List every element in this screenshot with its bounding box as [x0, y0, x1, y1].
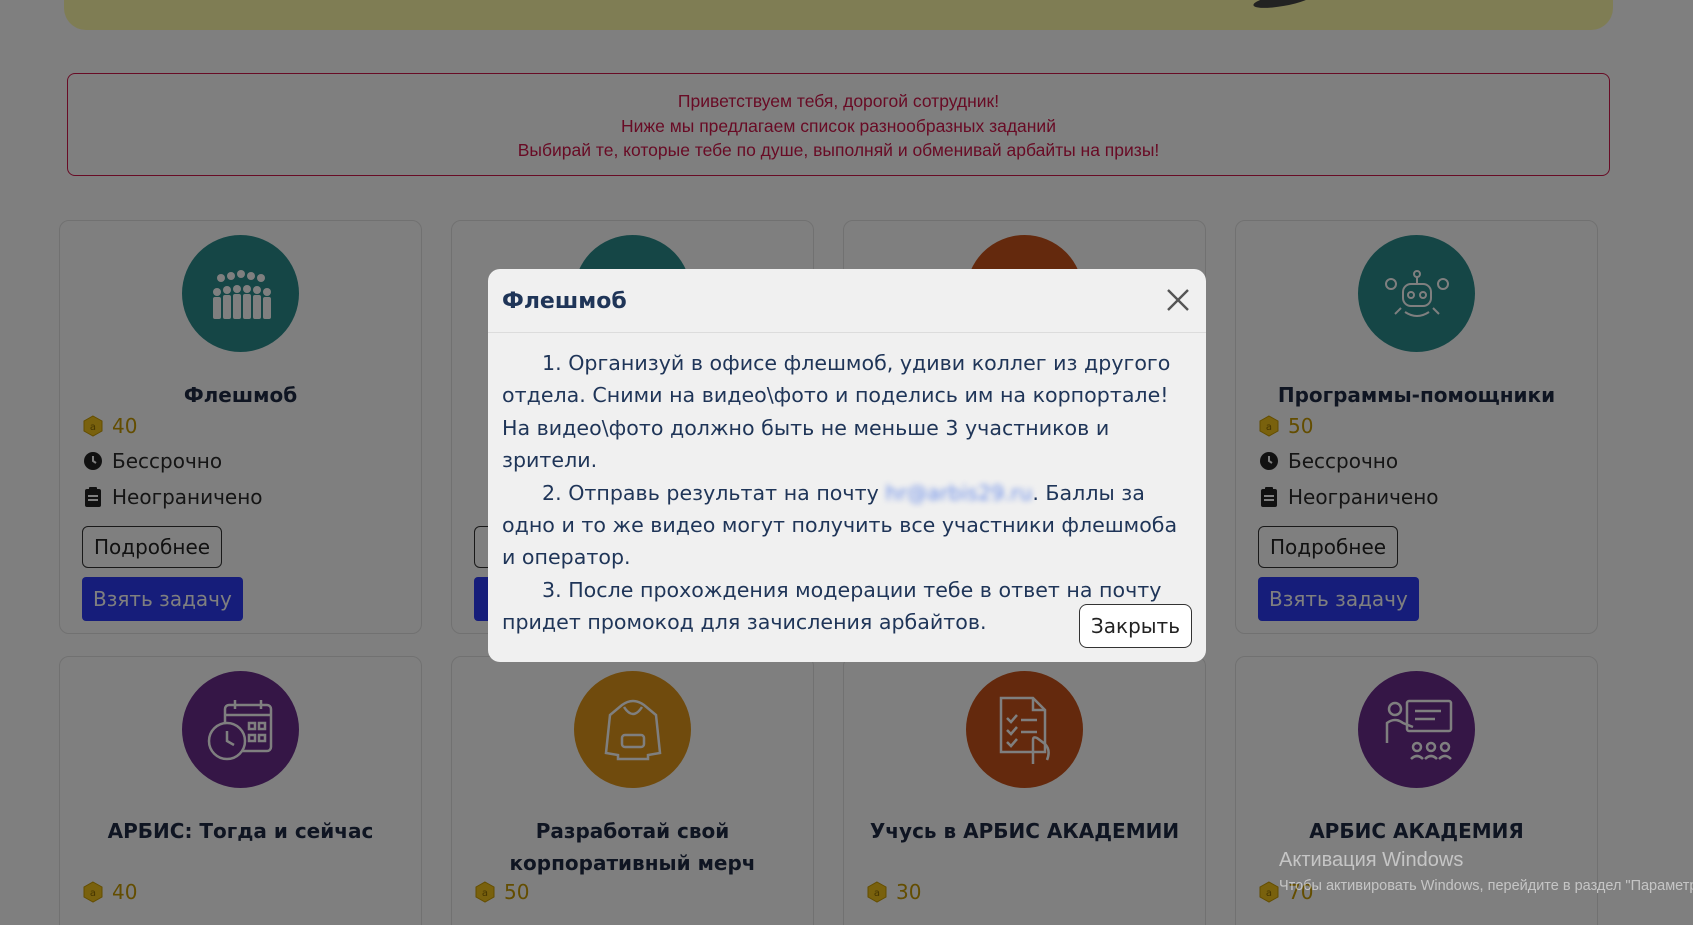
close-icon[interactable] [1162, 284, 1194, 316]
modal-header: Флешмоб [488, 269, 1206, 333]
step-2-text-start: 2. Отправь результат на почту [542, 480, 886, 505]
instruction-step-2: 2. Отправь результат на почту hr@arbis29… [502, 477, 1192, 574]
modal-body: 1. Организуй в офисе флешмоб, удиви колл… [488, 333, 1206, 639]
email-link[interactable]: hr@arbis29.ru [885, 481, 1032, 505]
modal-title: Флешмоб [502, 289, 627, 314]
windows-activation-watermark: Активация Windows Чтобы активировать Win… [1279, 849, 1693, 894]
task-details-modal: Флешмоб 1. Организуй в офисе флешмоб, уд… [488, 269, 1206, 662]
watermark-title: Активация Windows [1279, 849, 1464, 871]
instruction-step-1: 1. Организуй в офисе флешмоб, удиви колл… [502, 351, 1171, 473]
page: Приветствуем тебя, дорогой сотрудник! Ни… [0, 0, 1693, 925]
watermark-subtitle: Чтобы активировать Windows, перейдите в … [1279, 878, 1693, 894]
close-button[interactable]: Закрыть [1078, 604, 1192, 648]
